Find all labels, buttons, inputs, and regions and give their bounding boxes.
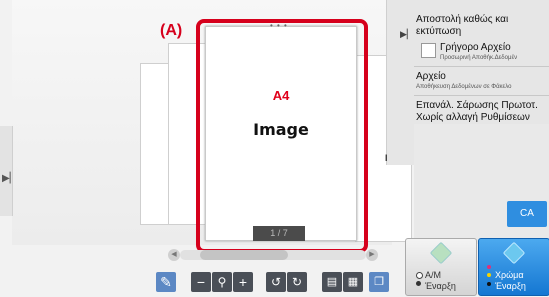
color-start-sublabel: Έναρξη bbox=[495, 281, 526, 291]
scroll-left-icon[interactable]: ◀ bbox=[168, 249, 180, 261]
rotate-right-icon[interactable]: ↻ bbox=[287, 272, 307, 292]
color-indicator-icon bbox=[487, 282, 491, 286]
quick-file-subtitle: Προσωρινή Αποθήκ.Δεδομέν bbox=[440, 55, 518, 61]
divider bbox=[414, 66, 549, 67]
send-and-print-button[interactable]: Αποστολή καθώς και εκτύπωση bbox=[416, 14, 549, 38]
left-panel-handle[interactable] bbox=[0, 126, 13, 216]
single-page-icon[interactable]: ▤ bbox=[322, 272, 342, 292]
collapse-panel-icon[interactable]: ▶▏ bbox=[400, 29, 414, 40]
grid-view-icon[interactable]: ▦ bbox=[343, 272, 363, 292]
expand-right-icon[interactable]: ▶▏ bbox=[2, 173, 17, 184]
file-button[interactable]: Αρχείο bbox=[416, 71, 446, 82]
bw-start-sublabel: Έναρξη bbox=[425, 281, 456, 291]
bw-indicator-icon bbox=[416, 272, 423, 279]
edit-icon[interactable]: ✎ bbox=[156, 272, 176, 292]
bw-indicator-icon bbox=[416, 281, 421, 286]
rescan-original-button[interactable]: Επανάλ. Σάρωσης Πρωτοτ. Χωρίς αλλαγή Ρυθ… bbox=[416, 100, 549, 124]
color-indicator-icon bbox=[487, 265, 491, 269]
bw-start-label: A/M bbox=[425, 270, 442, 280]
callout-label: (A) bbox=[160, 22, 183, 39]
quick-file-button[interactable]: Γρήγορο Αρχείο bbox=[440, 42, 511, 53]
highlight-frame bbox=[196, 19, 368, 253]
color-indicator-icon bbox=[487, 273, 491, 277]
multi-page-icon[interactable]: ❐ bbox=[369, 272, 389, 292]
quick-file-checkbox[interactable] bbox=[421, 43, 436, 58]
divider bbox=[414, 95, 549, 96]
edge-mark: I bbox=[385, 153, 388, 163]
magnifier-icon[interactable]: ⚲ bbox=[212, 272, 232, 292]
zoom-in-icon[interactable]: + bbox=[233, 272, 253, 292]
clear-all-button[interactable]: CA bbox=[507, 201, 547, 227]
scrollbar-thumb[interactable] bbox=[200, 250, 288, 260]
scroll-right-icon[interactable]: ▶ bbox=[366, 249, 378, 261]
file-subtitle: Αποθήκευση Δεδομένων σε Φάκελο bbox=[416, 84, 512, 90]
zoom-out-icon[interactable]: − bbox=[191, 272, 211, 292]
rotate-left-icon[interactable]: ↺ bbox=[266, 272, 286, 292]
color-start-label: Χρώμα bbox=[495, 270, 524, 280]
